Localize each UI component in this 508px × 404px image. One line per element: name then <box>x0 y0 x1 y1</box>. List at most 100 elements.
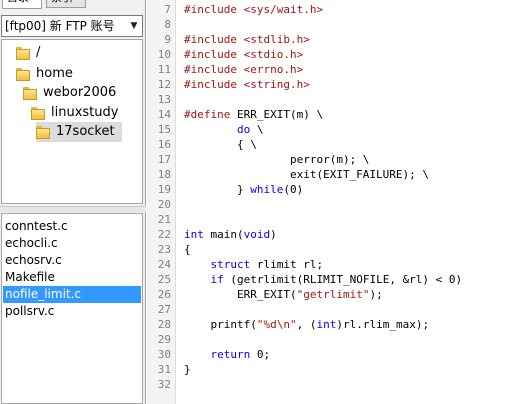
code-token: } <box>184 363 191 376</box>
tree-node-linuxstudy[interactable]: linuxstudy <box>31 103 121 123</box>
line-number: 25 <box>157 273 171 286</box>
code-token: ERR_EXIT( <box>184 288 297 301</box>
code-token: main( <box>203 228 244 241</box>
code-line: } <box>184 362 191 377</box>
code-line: #include <sys/wait.h> <box>184 2 323 17</box>
code-token: )rl.rlim_max); <box>336 318 430 331</box>
line-number: 21 <box>157 213 171 226</box>
code-token: perror(m); \ <box>184 153 370 166</box>
folder-icon <box>31 107 45 120</box>
line-number: 24 <box>157 258 171 271</box>
code-line: if (getrlimit(RLIMIT_NOFILE, &rl) < 0) <box>184 272 463 287</box>
code-token: #include <errno.h> <box>184 63 304 76</box>
line-number: 26 <box>157 288 171 301</box>
line-number: 8 <box>164 18 171 31</box>
line-number: 13 <box>157 93 171 106</box>
ftp-account-select[interactable]: [ftp00] 新 FTP 账号 ▼ <box>1 15 143 37</box>
line-number: 28 <box>157 318 171 331</box>
list-item[interactable]: echocli.c <box>3 235 141 252</box>
code-token: do <box>236 123 251 136</box>
tree-node-label: 17socket <box>56 124 115 139</box>
list-item[interactable]: pollsrv.c <box>3 303 141 320</box>
code-token: "getrlimit" <box>296 288 370 301</box>
code-line: #include <errno.h> <box>184 62 303 77</box>
code-token: \ <box>250 123 264 136</box>
code-editor[interactable]: 7 8 9 10 11 12 13 14 15 16 17 18 19 20 21 22 23 24 25 26 27 2… <box>147 0 508 404</box>
tree-node-home[interactable]: home <box>16 64 86 84</box>
line-number: 27 <box>157 303 171 316</box>
line-number: 15 <box>157 123 171 136</box>
ftp-account-value: [ftp00] 新 FTP 账号 <box>5 19 115 33</box>
code-line: return 0; <box>184 347 271 362</box>
code-token: #define <box>184 108 237 121</box>
code-token: int <box>184 228 204 241</box>
code-token: #include <stdio.h> <box>184 48 304 61</box>
code-token: (0) <box>283 183 304 196</box>
line-number: 30 <box>157 348 171 361</box>
tab-index[interactable]: 索引 <box>46 0 86 8</box>
list-item[interactable]: echosrv.c <box>3 252 141 269</box>
code-token: #include <sys/wait.h> <box>184 3 324 16</box>
panel-tabs: 目录 索引 <box>0 0 146 9</box>
tree-node-label: webor2006 <box>43 85 117 100</box>
line-number: 22 <box>157 228 171 241</box>
line-number: 31 <box>157 363 171 376</box>
line-number: 9 <box>164 33 171 46</box>
code-token: } <box>184 183 251 196</box>
code-line: perror(m); \ <box>184 152 369 167</box>
left-panel: 目录 索引 [ftp00] 新 FTP 账号 ▼ / home webor200… <box>0 0 146 404</box>
code-token: "%d\n" <box>256 318 297 331</box>
code-token: while <box>250 183 284 196</box>
tree-node-root[interactable]: / <box>16 43 56 63</box>
code-token: ) <box>270 228 277 241</box>
chevron-down-icon[interactable]: ▼ <box>126 16 142 36</box>
code-line: } while(0) <box>184 182 303 197</box>
code-token: int <box>316 318 337 331</box>
code-line: { <box>184 242 191 257</box>
line-number: 32 <box>157 378 171 391</box>
list-item[interactable]: Makefile <box>3 269 141 286</box>
line-number: 17 <box>157 153 171 166</box>
pane-splitter[interactable] <box>0 206 146 212</box>
line-number: 18 <box>157 168 171 181</box>
code-line: int main(void) <box>184 227 277 242</box>
code-line: #include <stdio.h> <box>184 47 303 62</box>
line-number: 11 <box>157 63 171 76</box>
tree-node-17socket[interactable]: 17socket <box>36 122 122 142</box>
code-token: #include <string.h> <box>184 78 310 91</box>
code-token: printf( <box>184 318 257 331</box>
line-number: 14 <box>157 108 171 121</box>
code-token: rlimit rl; <box>250 258 324 271</box>
code-token: void <box>243 228 271 241</box>
folder-tree: / home webor2006 linuxstudy 17socket <box>1 39 143 204</box>
code-token: #include <stdlib.h> <box>184 33 310 46</box>
code-line: #define ERR_EXIT(m) \ <box>184 107 323 122</box>
list-item-selected[interactable]: nofile_limit.c <box>3 286 141 303</box>
line-number-gutter: 7 8 9 10 11 12 13 14 15 16 17 18 19 20 21 22 23 24 25 26 27 2… <box>147 0 176 404</box>
list-item[interactable]: conntest.c <box>3 218 141 235</box>
code-line: struct rlimit rl; <box>184 257 324 272</box>
code-token: ERR_EXIT(m) \ <box>236 108 324 121</box>
code-token: struct <box>210 258 251 271</box>
tree-node-webor2006[interactable]: webor2006 <box>23 83 123 103</box>
code-line: do \ <box>184 122 264 137</box>
line-number: 23 <box>157 243 171 256</box>
code-token: (getrlimit(RLIMIT_NOFILE, &rl) < 0) <box>223 273 463 286</box>
code-line: printf("%d\n", (int)rl.rlim_max); <box>184 317 429 332</box>
file-list: conntest.c echocli.c echosrv.c Makefile … <box>1 213 143 404</box>
code-area[interactable]: #include <sys/wait.h> #include <stdlib.h>… <box>184 0 508 404</box>
folder-icon <box>23 87 37 100</box>
code-line: #include <stdlib.h> <box>184 32 310 47</box>
code-token: return <box>210 348 251 361</box>
code-token: { \ <box>184 138 257 151</box>
tab-directory[interactable]: 目录 <box>2 0 42 9</box>
code-token: if <box>210 273 224 286</box>
folder-icon <box>16 68 30 81</box>
line-number: 29 <box>157 333 171 346</box>
folder-icon <box>16 47 30 60</box>
tree-node-label: / <box>36 45 41 60</box>
line-number: 10 <box>157 48 171 61</box>
